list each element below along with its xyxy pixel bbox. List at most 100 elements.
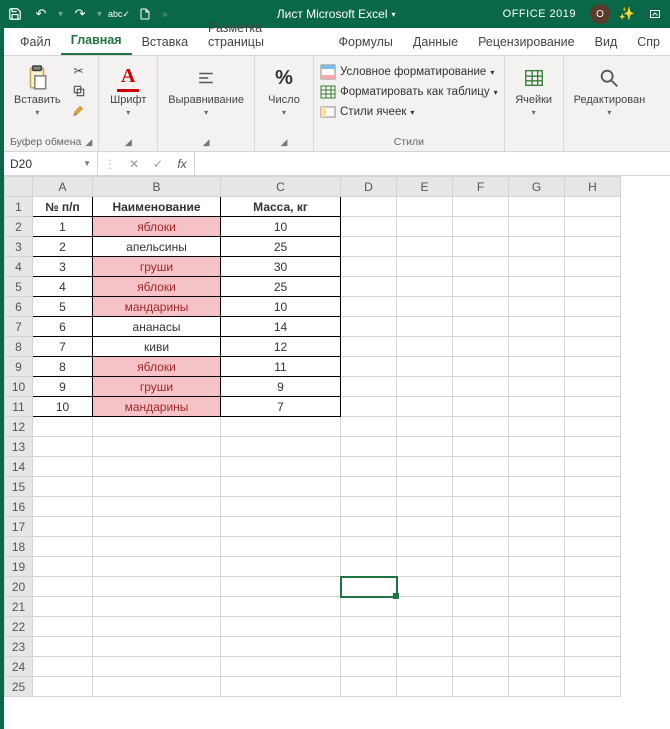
column-header-H[interactable]: H	[565, 177, 621, 197]
cell-B2[interactable]: яблоки	[93, 217, 221, 237]
cell-H23[interactable]	[565, 637, 621, 657]
cell-H3[interactable]	[565, 237, 621, 257]
cell-C18[interactable]	[221, 537, 341, 557]
cell-E6[interactable]	[397, 297, 453, 317]
cells-button[interactable]: Ячейки ▾	[511, 62, 557, 119]
cell-C13[interactable]	[221, 437, 341, 457]
tab-data[interactable]: Данные	[403, 29, 468, 55]
cell-D8[interactable]	[341, 337, 397, 357]
row-header-13[interactable]: 13	[5, 437, 33, 457]
column-header-F[interactable]: F	[453, 177, 509, 197]
cell-A11[interactable]: 10	[33, 397, 93, 417]
cell-A23[interactable]	[33, 637, 93, 657]
cell-F25[interactable]	[453, 677, 509, 697]
cell-H6[interactable]	[565, 297, 621, 317]
cell-E20[interactable]	[397, 577, 453, 597]
cell-C21[interactable]	[221, 597, 341, 617]
row-header-17[interactable]: 17	[5, 517, 33, 537]
column-header-E[interactable]: E	[397, 177, 453, 197]
row-header-15[interactable]: 15	[5, 477, 33, 497]
cell-C7[interactable]: 14	[221, 317, 341, 337]
cell-D16[interactable]	[341, 497, 397, 517]
cell-F13[interactable]	[453, 437, 509, 457]
cell-A4[interactable]: 3	[33, 257, 93, 277]
cell-H15[interactable]	[565, 477, 621, 497]
cell-C14[interactable]	[221, 457, 341, 477]
cell-B12[interactable]	[93, 417, 221, 437]
cell-C4[interactable]: 30	[221, 257, 341, 277]
cancel-icon[interactable]: ✕	[122, 157, 146, 171]
row-header-25[interactable]: 25	[5, 677, 33, 697]
cell-D15[interactable]	[341, 477, 397, 497]
cell-F20[interactable]	[453, 577, 509, 597]
tab-review[interactable]: Рецензирование	[468, 29, 585, 55]
cell-F6[interactable]	[453, 297, 509, 317]
cell-F18[interactable]	[453, 537, 509, 557]
cell-H24[interactable]	[565, 657, 621, 677]
row-header-23[interactable]: 23	[5, 637, 33, 657]
row-header-7[interactable]: 7	[5, 317, 33, 337]
cell-G5[interactable]	[509, 277, 565, 297]
column-header-G[interactable]: G	[509, 177, 565, 197]
cell-G19[interactable]	[509, 557, 565, 577]
cell-H21[interactable]	[565, 597, 621, 617]
cell-E16[interactable]	[397, 497, 453, 517]
cell-B19[interactable]	[93, 557, 221, 577]
column-header-A[interactable]: A	[33, 177, 93, 197]
cell-H10[interactable]	[565, 377, 621, 397]
name-box[interactable]: D20 ▼	[4, 152, 98, 175]
cell-H25[interactable]	[565, 677, 621, 697]
cell-E22[interactable]	[397, 617, 453, 637]
confirm-icon[interactable]: ✓	[146, 157, 170, 171]
cell-D13[interactable]	[341, 437, 397, 457]
cell-F11[interactable]	[453, 397, 509, 417]
row-header-4[interactable]: 4	[5, 257, 33, 277]
cell-G17[interactable]	[509, 517, 565, 537]
cell-B9[interactable]: яблоки	[93, 357, 221, 377]
cell-C8[interactable]: 12	[221, 337, 341, 357]
cell-H18[interactable]	[565, 537, 621, 557]
cell-A3[interactable]: 2	[33, 237, 93, 257]
cell-F4[interactable]	[453, 257, 509, 277]
cell-B7[interactable]: ананасы	[93, 317, 221, 337]
row-header-6[interactable]: 6	[5, 297, 33, 317]
cell-styles-button[interactable]: Стили ячеек ▾	[320, 102, 414, 122]
cell-G12[interactable]	[509, 417, 565, 437]
cell-F16[interactable]	[453, 497, 509, 517]
cell-D20[interactable]	[341, 577, 397, 597]
row-header-18[interactable]: 18	[5, 537, 33, 557]
row-header-8[interactable]: 8	[5, 337, 33, 357]
paste-button[interactable]: Вставить ▾	[10, 62, 65, 119]
cell-H16[interactable]	[565, 497, 621, 517]
cell-D2[interactable]	[341, 217, 397, 237]
cell-A16[interactable]	[33, 497, 93, 517]
cell-C22[interactable]	[221, 617, 341, 637]
ribbon-options-icon[interactable]	[644, 3, 666, 25]
cell-C19[interactable]	[221, 557, 341, 577]
tab-page-layout[interactable]: Разметка страницы	[198, 15, 328, 55]
cell-B4[interactable]: груши	[93, 257, 221, 277]
cell-A21[interactable]	[33, 597, 93, 617]
cell-A13[interactable]	[33, 437, 93, 457]
cell-F22[interactable]	[453, 617, 509, 637]
dropdown-icon[interactable]: ⋮	[98, 157, 122, 171]
cell-G13[interactable]	[509, 437, 565, 457]
cell-H22[interactable]	[565, 617, 621, 637]
cell-H2[interactable]	[565, 217, 621, 237]
format-as-table-button[interactable]: Форматировать как таблицу ▾	[320, 82, 498, 102]
cell-B21[interactable]	[93, 597, 221, 617]
cell-E13[interactable]	[397, 437, 453, 457]
row-header-16[interactable]: 16	[5, 497, 33, 517]
cell-B15[interactable]	[93, 477, 221, 497]
cell-F10[interactable]	[453, 377, 509, 397]
undo-icon[interactable]: ↶	[30, 3, 52, 25]
cell-C20[interactable]	[221, 577, 341, 597]
cell-A6[interactable]: 5	[33, 297, 93, 317]
cell-D17[interactable]	[341, 517, 397, 537]
cell-E10[interactable]	[397, 377, 453, 397]
cell-A7[interactable]: 6	[33, 317, 93, 337]
row-header-1[interactable]: 1	[5, 197, 33, 217]
tab-file[interactable]: Файл	[10, 29, 61, 55]
cell-C6[interactable]: 10	[221, 297, 341, 317]
cell-H13[interactable]	[565, 437, 621, 457]
